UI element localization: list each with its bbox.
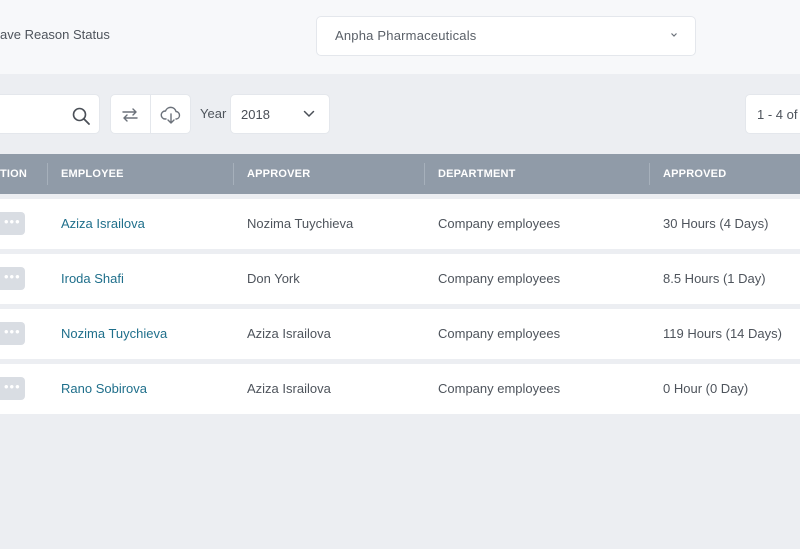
year-label: Year: [200, 106, 227, 121]
search-input[interactable]: [0, 94, 100, 134]
approver-cell: Aziza Israilova: [247, 381, 331, 396]
column-header-approved[interactable]: APPROVED: [663, 168, 726, 180]
row-actions-button[interactable]: •••: [0, 212, 25, 235]
chevron-down-icon: [303, 110, 315, 118]
column-header-approver[interactable]: APPROVER: [247, 168, 310, 180]
row-actions-button[interactable]: •••: [0, 377, 25, 400]
department-cell: Company employees: [438, 216, 561, 231]
department-cell: Company employees: [438, 381, 561, 396]
table-header: TION EMPLOYEE APPROVER DEPARTMENT APPROV…: [0, 154, 800, 194]
row-actions-button[interactable]: •••: [0, 267, 25, 290]
more-dots-icon: •••: [4, 269, 21, 284]
pagination-info: 1 - 4 of: [745, 94, 800, 134]
department-cell: Company employees: [438, 326, 561, 341]
column-divider: [233, 163, 234, 185]
approver-cell: Don York: [247, 271, 300, 286]
column-header-department[interactable]: DEPARTMENT: [438, 168, 516, 180]
year-select-value: 2018: [241, 107, 270, 122]
swap-arrows-icon[interactable]: [120, 105, 140, 125]
table-row: ••• Nozima Tuychieva Aziza Israilova Com…: [0, 309, 800, 359]
more-dots-icon: •••: [4, 214, 21, 229]
more-dots-icon: •••: [4, 324, 21, 339]
more-dots-icon: •••: [4, 379, 21, 394]
button-divider: [150, 95, 151, 133]
approver-cell: Nozima Tuychieva: [247, 216, 354, 231]
chevron-down-icon: [671, 33, 677, 37]
row-actions-button[interactable]: •••: [0, 322, 25, 345]
year-select[interactable]: 2018: [230, 94, 330, 134]
employee-link[interactable]: Iroda Shafi: [61, 271, 124, 286]
toolbar-button-group: [110, 94, 191, 134]
column-divider: [47, 163, 48, 185]
employee-link[interactable]: Rano Sobirova: [61, 381, 147, 396]
cloud-download-icon[interactable]: [160, 104, 182, 126]
company-select-value: Anpha Pharmaceuticals: [335, 28, 477, 43]
column-header-employee[interactable]: EMPLOYEE: [61, 168, 124, 180]
table-row: ••• Aziza Israilova Nozima Tuychieva Com…: [0, 199, 800, 249]
approved-cell: 30 Hours (4 Days): [663, 216, 769, 231]
approver-cell: Aziza Israilova: [247, 326, 331, 341]
employee-link[interactable]: Aziza Israilova: [61, 216, 145, 231]
top-bar: ave Reason Status Anpha Pharmaceuticals: [0, 0, 800, 74]
page-title: ave Reason Status: [0, 27, 110, 42]
table-row: ••• Rano Sobirova Aziza Israilova Compan…: [0, 364, 800, 414]
table-row: ••• Iroda Shafi Don York Company employe…: [0, 254, 800, 304]
company-select[interactable]: Anpha Pharmaceuticals: [316, 16, 696, 56]
search-icon[interactable]: [71, 106, 91, 126]
department-cell: Company employees: [438, 271, 561, 286]
column-divider: [424, 163, 425, 185]
approved-cell: 8.5 Hours (1 Day): [663, 271, 766, 286]
pagination-text: 1 - 4 of: [757, 107, 798, 122]
column-header-action[interactable]: TION: [0, 168, 27, 180]
approved-cell: 0 Hour (0 Day): [663, 381, 749, 396]
column-divider: [649, 163, 650, 185]
approved-cell: 119 Hours (14 Days): [663, 326, 782, 341]
employee-link[interactable]: Nozima Tuychieva: [61, 326, 167, 341]
